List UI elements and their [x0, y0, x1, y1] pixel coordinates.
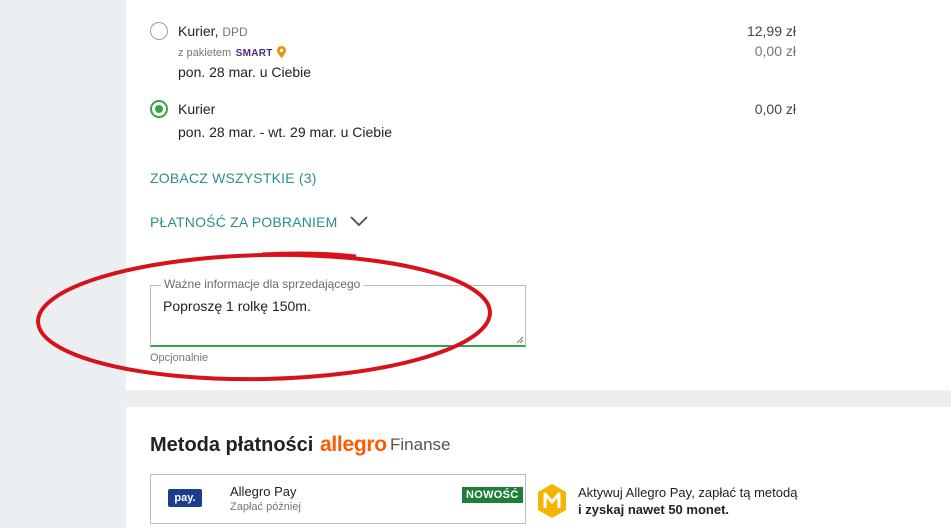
delivery-option-dpd-date: pon. 28 mar. u Ciebie — [178, 64, 312, 80]
delivery-option-dpd-carrier: Kurier, DPD — [178, 23, 248, 39]
delivery-option-courier-radio[interactable] — [150, 100, 168, 118]
allegro-pay-logo: pay. — [168, 489, 202, 507]
smart-logo: SMART — [235, 48, 273, 59]
textarea-resize-handle-icon[interactable] — [516, 336, 524, 344]
delivery-option-dpd-radio[interactable] — [150, 22, 168, 40]
carrier-detail: DPD — [222, 25, 248, 39]
allegro-logo: allegro — [320, 433, 387, 456]
package-prefix: z pakietem — [178, 47, 232, 59]
seller-note-textarea[interactable] — [150, 285, 526, 347]
delivery-option-courier-date: pon. 28 mar. - wt. 29 mar. u Ciebie — [178, 124, 392, 140]
carrier-name: Kurier, — [178, 23, 219, 39]
smart-package-line: z pakietem SMART — [178, 43, 287, 61]
allegro-finanse-label: Finanse — [390, 435, 451, 454]
allegro-pay-subtitle: Zapłać później — [230, 501, 301, 513]
promo-text: Aktywuj Allegro Pay, zapłać tą metodą — [578, 485, 798, 500]
delivery-option-dpd-price-discounted: 0,00 zł — [754, 43, 796, 59]
cash-on-delivery-toggle[interactable]: PŁATNOŚĆ ZA POBRANIEM — [150, 214, 368, 232]
monety-coin-icon — [538, 484, 566, 518]
delivery-option-courier-price: 0,00 zł — [754, 101, 796, 117]
location-pin-icon — [277, 46, 287, 58]
chevron-down-icon — [350, 216, 368, 227]
allegro-pay-name: Allegro Pay — [230, 484, 297, 499]
seller-note-label: Ważne informacje dla sprzedającego — [161, 277, 364, 291]
seller-note-value: Poproszę 1 rolkę 150m. — [163, 298, 311, 314]
payment-method-title: Metoda płatności — [150, 434, 314, 456]
new-badge: NOWOŚĆ — [462, 487, 523, 503]
delivery-option-courier-carrier: Kurier — [178, 101, 216, 117]
promo-text-bold: i zyskaj nawet 50 monet. — [578, 502, 730, 517]
cash-on-delivery-label: PŁATNOŚĆ ZA POBRANIEM — [150, 214, 338, 230]
seller-note-helper: Opcjonalnie — [150, 352, 209, 364]
delivery-option-dpd-price: 12,99 zł — [746, 23, 796, 39]
show-all-delivery-link[interactable]: ZOBACZ WSZYSTKIE (3) — [150, 170, 317, 186]
